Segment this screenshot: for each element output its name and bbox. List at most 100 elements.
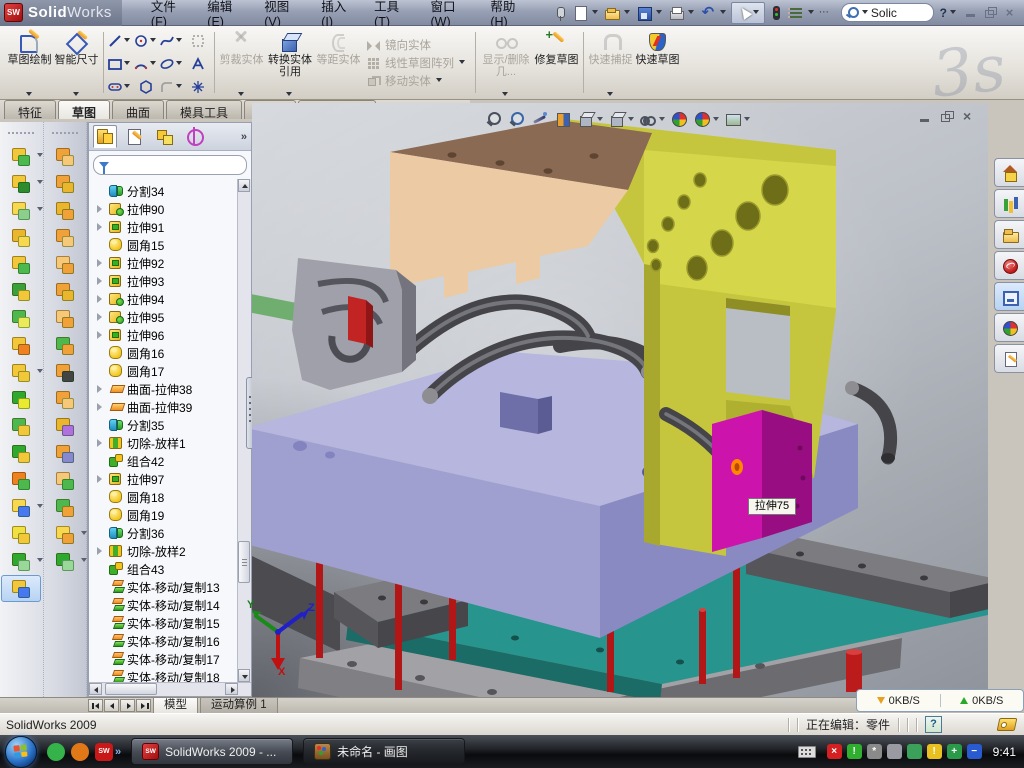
tree-item-extrude97[interactable]: 拉伸97: [95, 470, 251, 488]
plane-icon[interactable]: [1, 521, 41, 548]
view-settings-icon[interactable]: [723, 109, 751, 129]
tab-sketch[interactable]: 草图: [58, 100, 110, 119]
help-dropdown-icon[interactable]: [950, 10, 956, 14]
slot-tool[interactable]: [107, 75, 133, 98]
dome-icon[interactable]: [45, 494, 85, 521]
tree-item-split36[interactable]: 分割36: [95, 524, 251, 542]
expand-arrow-icon[interactable]: [97, 439, 102, 447]
tree-item-loftcut1[interactable]: 切除-放样1: [95, 434, 251, 452]
pin-icon[interactable]: [551, 4, 569, 22]
extruded-cut-icon[interactable]: [1, 170, 41, 197]
tree-item-movecopy13[interactable]: 实体-移动/复制13: [95, 578, 251, 596]
taskbar-clock[interactable]: 9:41: [993, 745, 1016, 759]
rapid-sketch-button[interactable]: 快速草图: [634, 26, 681, 99]
point-icon[interactable]: [45, 521, 85, 548]
tree-item-surface-extrude38[interactable]: 曲面-拉伸38: [95, 380, 251, 398]
expand-arrow-icon[interactable]: [97, 313, 102, 321]
taskpane-solidworks-resources-tab[interactable]: [994, 251, 1024, 280]
tree-item-movecopy18[interactable]: 实体-移动/复制18: [95, 668, 251, 682]
expand-arrow-icon[interactable]: [97, 205, 102, 213]
extruded-boss-icon[interactable]: [1, 143, 41, 170]
print-icon[interactable]: [667, 4, 685, 22]
tree-filter-input[interactable]: [93, 155, 247, 175]
taskbar-paint-window[interactable]: 未命名 - 画图: [303, 738, 465, 765]
hide-show-items-icon[interactable]: [638, 109, 666, 129]
tree-item-split35[interactable]: 分割35: [95, 416, 251, 434]
tab-features[interactable]: 特征: [4, 100, 56, 119]
scroll-left-button[interactable]: [89, 683, 102, 695]
taskpane-design-library-tab[interactable]: [994, 189, 1024, 218]
rebuild-icon[interactable]: [767, 4, 785, 22]
tree-item-fillet19[interactable]: 圆角19: [95, 506, 251, 524]
tray-sync-blocked-icon[interactable]: −: [967, 744, 982, 759]
wrap-icon[interactable]: [1, 332, 41, 359]
edit-appearance-icon[interactable]: [669, 109, 689, 129]
move-entities-button[interactable]: 移动实体: [366, 73, 468, 89]
select-tool[interactable]: [731, 2, 765, 24]
display-style-icon[interactable]: [607, 109, 635, 129]
tab-surfaces[interactable]: 曲面: [112, 100, 164, 119]
options-icon[interactable]: [787, 4, 805, 22]
dropdown-arrow-icon[interactable]: [81, 531, 87, 535]
property-manager-tab-icon[interactable]: [123, 125, 147, 148]
boundary-surface-icon[interactable]: [45, 251, 85, 278]
offset-surface-icon[interactable]: [45, 278, 85, 305]
taskpane-appearances-tab[interactable]: [994, 313, 1024, 342]
restore-button[interactable]: [984, 7, 997, 18]
reference-geometry-icon[interactable]: [1, 494, 41, 521]
swept-surface-icon[interactable]: [45, 143, 85, 170]
core-plate-pocket[interactable]: [500, 392, 538, 434]
taskpane-file-explorer-tab[interactable]: [994, 220, 1024, 249]
zoom-area-icon[interactable]: [507, 109, 527, 129]
line-tool[interactable]: [107, 29, 133, 52]
tree-item-fillet16[interactable]: 圆角16: [95, 344, 251, 362]
previous-tab-button[interactable]: [104, 699, 119, 712]
sketch-button[interactable]: 草图绘制: [6, 26, 53, 99]
dropdown-arrow-icon[interactable]: [744, 117, 750, 121]
curve-icon[interactable]: [1, 548, 41, 575]
toolbar-overflow-icon[interactable]: ⋯: [819, 4, 837, 22]
expand-arrow-icon[interactable]: [97, 403, 102, 411]
tree-item-extrude90[interactable]: 拉伸90: [95, 200, 251, 218]
last-tab-button[interactable]: [136, 699, 151, 712]
open-icon[interactable]: [603, 4, 621, 22]
entity-select-box-tool[interactable]: [185, 29, 211, 52]
tree-item-extrude92[interactable]: 拉伸92: [95, 254, 251, 272]
move-copy-body-icon[interactable]: [1, 467, 41, 494]
tree-item-split34[interactable]: 分割34: [95, 182, 251, 200]
dropdown-arrow-icon[interactable]: [37, 207, 43, 211]
mirror-entities-button[interactable]: 镜向实体: [366, 37, 468, 53]
first-tab-button[interactable]: [88, 699, 103, 712]
lofted-surface-icon[interactable]: [45, 224, 85, 251]
slide-unit[interactable]: [252, 258, 416, 390]
spline-tool[interactable]: [159, 29, 185, 52]
dropdown-arrow-icon[interactable]: [628, 117, 634, 121]
dimxpert-manager-tab-icon[interactable]: [183, 125, 207, 148]
split-icon[interactable]: [1, 386, 41, 413]
tray-shield-power-icon[interactable]: !: [847, 744, 862, 759]
doc-minimize-button[interactable]: [919, 111, 932, 122]
quicklaunch-media-icon[interactable]: [71, 743, 89, 761]
scrollbar-thumb[interactable]: [105, 683, 157, 695]
minimize-button[interactable]: [965, 7, 978, 18]
trim-entities-button[interactable]: 剪裁实体: [218, 26, 265, 99]
tree-item-fillet17[interactable]: 圆角17: [95, 362, 251, 380]
quicklaunch-messenger-icon[interactable]: [47, 743, 65, 761]
tree-item-fillet18[interactable]: 圆角18: [95, 488, 251, 506]
undo-dropdown-icon[interactable]: [720, 10, 726, 14]
dropdown-arrow-icon[interactable]: [37, 180, 43, 184]
search-dropdown-icon[interactable]: [862, 10, 868, 14]
offset-entities-button[interactable]: 等距实体: [315, 26, 362, 99]
save-icon[interactable]: [635, 4, 653, 22]
doc-close-button[interactable]: ×: [963, 111, 976, 122]
open-dropdown-icon[interactable]: [624, 10, 630, 14]
doc-tab-model[interactable]: 模型: [153, 697, 198, 713]
arc-tool[interactable]: [133, 52, 159, 75]
combine-icon[interactable]: [1, 440, 41, 467]
revolved-boss-icon[interactable]: [1, 278, 41, 305]
linear-pattern-icon[interactable]: [1, 359, 41, 386]
apply-scene-icon[interactable]: [692, 109, 720, 129]
feature-manager-tab-icon[interactable]: [93, 125, 117, 148]
input-keyboard-icon[interactable]: [798, 746, 816, 758]
top-clamp-plate[interactable]: [390, 120, 652, 298]
